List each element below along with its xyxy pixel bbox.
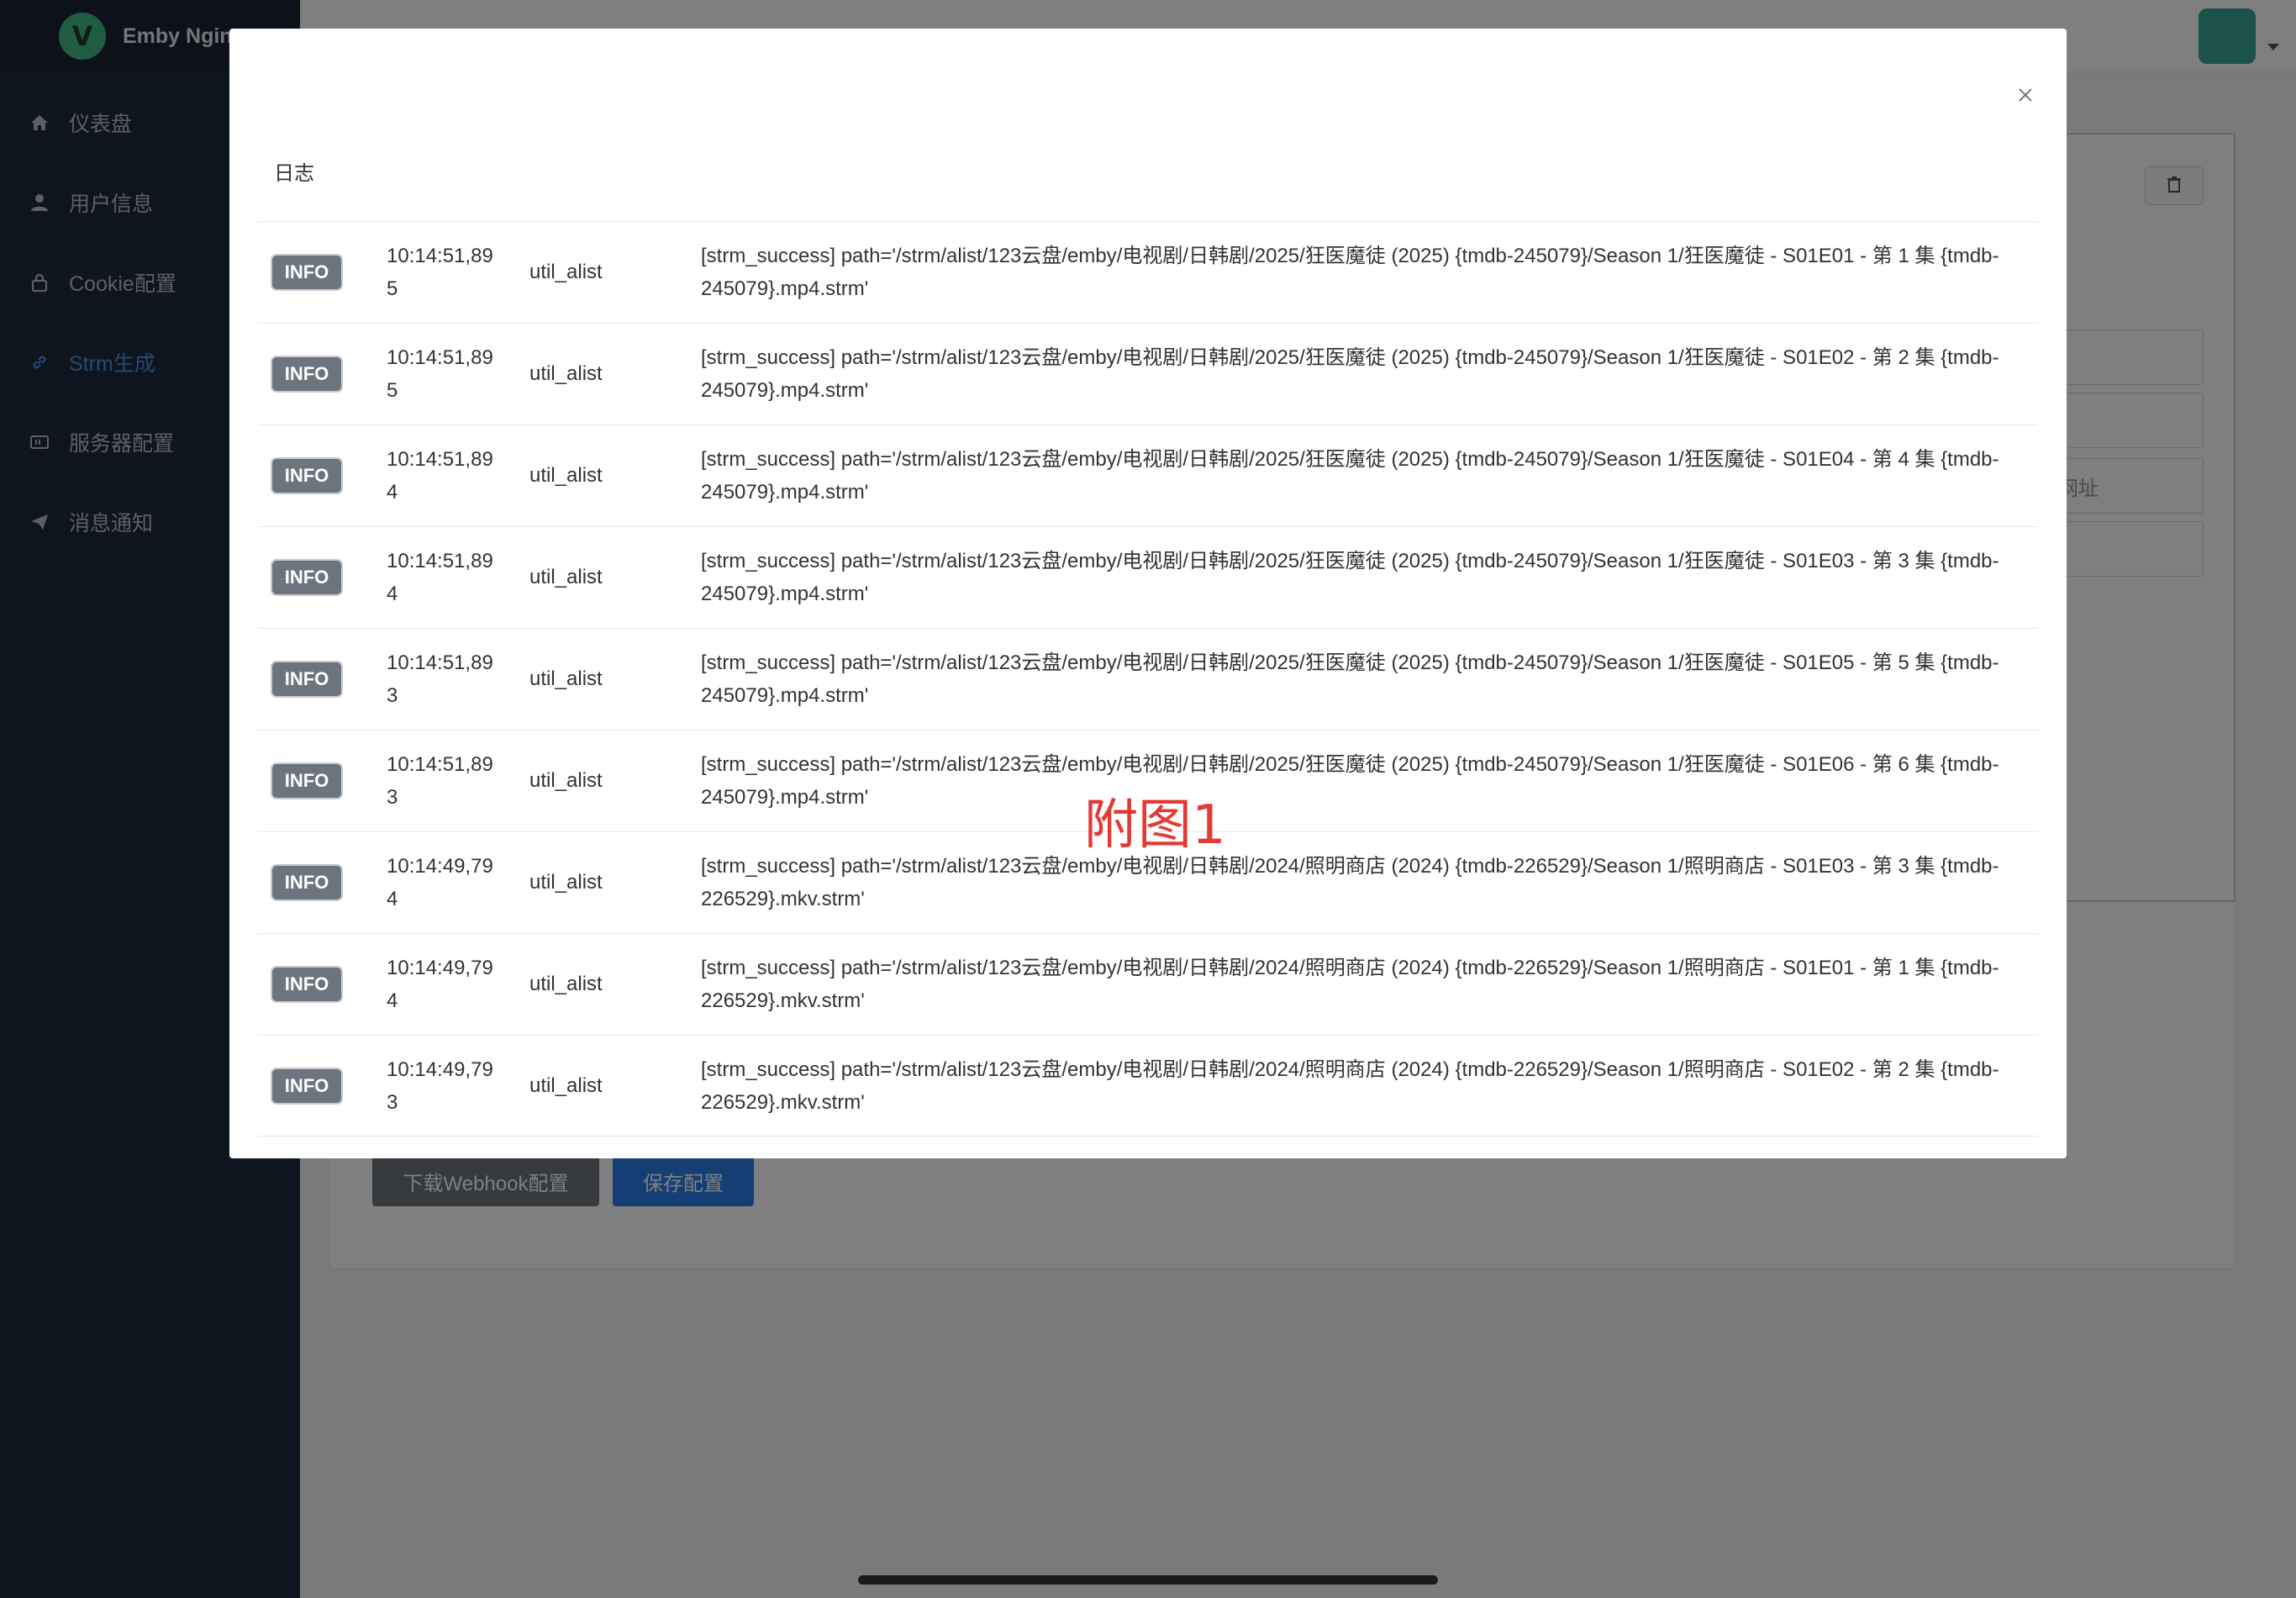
log-time: 10:14:51,893 [387,753,493,809]
log-module: util_alist [529,667,603,690]
log-message: [strm_success] path='/strm/alist/123云盘/e… [701,651,1999,707]
log-level-badge: INFO [272,561,341,594]
log-row: INFO 10:14:51,893 util_alist [strm_succe… [258,628,2038,730]
log-time: 10:14:51,895 [387,245,493,300]
log-time: 10:14:49,794 [387,855,493,910]
log-time: 10:14:51,894 [387,448,493,504]
log-module: util_alist [529,769,603,792]
log-time: 10:14:51,894 [387,550,493,605]
log-level-badge: INFO [272,662,341,696]
home-indicator[interactable] [858,1575,1438,1585]
close-button[interactable] [2013,84,2038,109]
log-level-badge: INFO [272,1068,341,1103]
log-modal: 日志 INFO 10:14:51,895 util_alist [strm_su… [229,29,2067,1158]
log-module: util_alist [529,464,603,487]
log-message: [strm_success] path='/strm/alist/123云盘/e… [701,957,1999,1012]
log-module: util_alist [529,871,603,894]
close-icon [2017,87,2034,108]
log-level-badge: INFO [272,866,341,899]
log-level-badge: INFO [272,256,341,289]
log-module: util_alist [529,1073,603,1097]
log-row: INFO 10:14:51,895 util_alist [strm_succe… [258,323,2038,425]
log-module: util_alist [529,566,603,588]
log-message: [strm_success] path='/strm/alist/123云盘/e… [701,346,1999,402]
log-level-badge: INFO [272,764,341,798]
log-message: [strm_success] path='/strm/alist/123云盘/e… [701,550,1999,605]
modal-title: 日志 [274,162,314,185]
annotation-label: 附图1 [1084,794,1226,857]
log-message: [strm_success] path='/strm/alist/123云盘/e… [701,753,1999,809]
log-module: util_alist [529,261,603,283]
log-module: util_alist [529,362,603,385]
log-message: [strm_success] path='/strm/alist/123云盘/e… [701,448,1999,504]
log-module: util_alist [529,973,603,995]
log-level-badge: INFO [272,459,341,493]
log-time: 10:14:49,793 [387,1057,493,1114]
log-time: 10:14:51,893 [387,651,493,707]
log-row: INFO 10:14:49,794 util_alist [strm_succe… [258,933,2038,1035]
log-row: INFO 10:14:51,894 util_alist [strm_succe… [258,526,2038,628]
log-row: INFO 10:14:51,894 util_alist [strm_succe… [258,425,2038,526]
log-row: INFO 10:14:51,895 util_alist [strm_succe… [258,221,2038,323]
log-level-badge: INFO [272,357,341,391]
log-message: [strm_success] path='/strm/alist/123云盘/e… [701,855,1999,910]
log-level-badge: INFO [272,968,341,1001]
log-message: [strm_success] path='/strm/alist/123云盘/e… [701,1057,1999,1114]
log-message: [strm_success] path='/strm/alist/123云盘/e… [701,245,1999,300]
log-row: INFO 10:14:49,793 util_alist [strm_succe… [258,1035,2038,1137]
log-table[interactable]: INFO 10:14:51,895 util_alist [strm_succe… [258,221,2038,1143]
log-time: 10:14:49,794 [387,957,493,1012]
log-time: 10:14:51,895 [387,346,493,402]
